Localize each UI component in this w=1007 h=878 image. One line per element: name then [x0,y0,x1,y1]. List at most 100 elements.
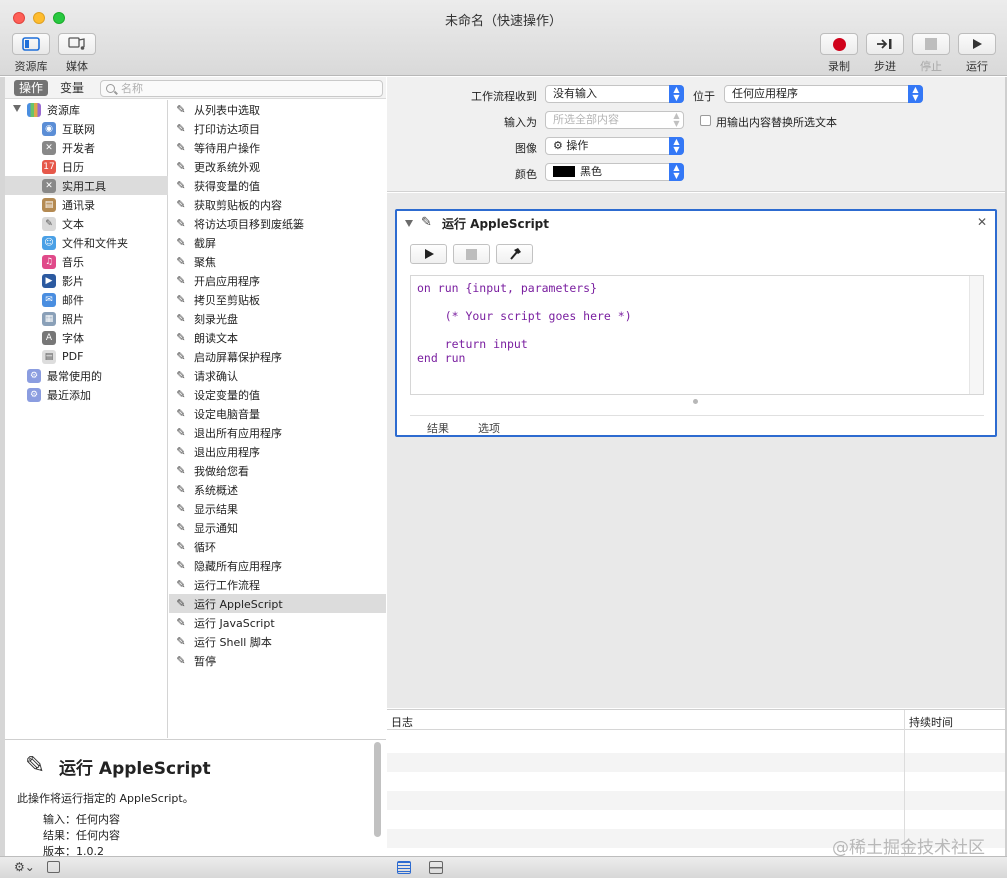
disclosure-triangle-icon[interactable] [405,220,413,227]
tab-options[interactable]: 选项 [478,422,500,435]
action-item[interactable]: ✎ 设定电脑音量 [169,404,386,423]
library-item[interactable]: 17 日历 [5,157,168,176]
library-item[interactable]: ☺ 文件和文件夹 [5,233,168,252]
action-item[interactable]: ✎ 显示通知 [169,518,386,537]
action-item[interactable]: ✎ 更改系统外观 [169,157,386,176]
library-most-used[interactable]: ⚙ 最常使用的 [5,366,168,385]
tab-results[interactable]: 结果 [427,422,449,435]
tab-actions[interactable]: 操作 [14,80,49,96]
run-toolbar-button[interactable]: 运行 [958,33,996,74]
media-toolbar-button[interactable]: 媒体 [58,33,96,74]
action-item[interactable]: ✎ 截屏 [169,233,386,252]
library-item[interactable]: ♫ 音乐 [5,252,168,271]
receives-popup[interactable]: 没有输入 ▲ ▼ [545,85,684,103]
description-input-label: 输入： [43,813,76,826]
replace-text-checkbox[interactable] [700,115,711,126]
disclosure-triangle-icon[interactable] [13,105,21,112]
close-icon[interactable]: ✕ [977,215,987,229]
action-item[interactable]: ✎ 获取剪贴板的内容 [169,195,386,214]
action-item[interactable]: ✎ 退出所有应用程序 [169,423,386,442]
action-item-label: 朗读文本 [194,331,238,345]
action-header: ✎ 运行 AppleScript ✕ [397,211,995,237]
split-view-icon[interactable] [429,861,443,874]
library-item[interactable]: ✉ 邮件 [5,290,168,309]
log-column-header[interactable]: 日志 [391,714,413,730]
action-item[interactable]: ✎ 聚焦 [169,252,386,271]
description-scrollbar[interactable] [374,742,381,837]
action-item[interactable]: ✎ 隐藏所有应用程序 [169,556,386,575]
action-item[interactable]: ✎ 请求确认 [169,366,386,385]
library-item[interactable]: ▦ 照片 [5,309,168,328]
library-root[interactable]: 资源库 [5,100,168,119]
action-item[interactable]: ✎ 暂停 [169,651,386,670]
library-item[interactable]: A 字体 [5,328,168,347]
library-item[interactable]: ▤ 通讯录 [5,195,168,214]
workflow-canvas[interactable]: ✎ 运行 AppleScript ✕ on run {input, parame… [387,193,1005,708]
library-item[interactable]: ◉ 互联网 [5,119,168,138]
resize-handle[interactable] [693,399,698,404]
action-item[interactable]: ✎ 运行 JavaScript [169,613,386,632]
script-editor[interactable]: on run {input, parameters} (* Your scrip… [410,275,984,395]
library-toolbar-button[interactable]: 资源库 [12,33,50,74]
action-item[interactable]: ✎ 显示结果 [169,499,386,518]
description-toggle-icon[interactable] [47,861,60,873]
action-item[interactable]: ✎ 循环 [169,537,386,556]
library-item-label: PDF [62,350,84,363]
action-item[interactable]: ✎ 设定变量的值 [169,385,386,404]
script-editor-scrollbar[interactable] [969,276,983,394]
step-toolbar-button[interactable]: 步进 [866,33,904,74]
action-item[interactable]: ✎ 启动屏幕保护程序 [169,347,386,366]
action-item[interactable]: ✎ 获得变量的值 [169,176,386,195]
duration-column-header[interactable]: 持续时间 [909,714,953,730]
mail-icon: ✉ [42,292,56,307]
list-view-icon[interactable] [397,861,411,874]
color-popup[interactable]: 黑色 ▲ ▼ [545,163,684,181]
stop-script-button[interactable] [453,244,490,264]
action-item[interactable]: ✎ 开启应用程序 [169,271,386,290]
run-toolbar-label: 运行 [966,60,988,73]
library-item-label: 字体 [62,331,84,345]
input-is-label: 输入为 [504,116,537,129]
smart-folder-icon: ⚙ [27,387,41,402]
library-recently-added[interactable]: ⚙ 最近添加 [5,385,168,404]
record-icon [832,37,846,51]
action-item[interactable]: ✎ 拷贝至剪贴板 [169,290,386,309]
music-icon: ♫ [42,254,56,269]
description-result-value: 任何内容 [76,829,120,842]
action-item[interactable]: ✎ 朗读文本 [169,328,386,347]
image-value: 操作 [566,139,589,152]
action-item[interactable]: ✎ 等待用户操作 [169,138,386,157]
library-item[interactable]: ▶ 影片 [5,271,168,290]
input-is-popup: 所选全部内容 ▲ ▼ [545,111,684,129]
library-item[interactable]: ▤ PDF [5,347,168,366]
record-toolbar-button[interactable]: 录制 [820,33,858,74]
action-item[interactable]: ✎ 我做给您看 [169,461,386,480]
action-item[interactable]: ✎ 将访达项目移到废纸篓 [169,214,386,233]
action-item[interactable]: ✎ 运行 AppleScript [169,594,386,613]
library-item[interactable]: ✕ 实用工具 [5,176,168,195]
image-popup[interactable]: ⚙ 操作 ▲ ▼ [545,137,684,155]
action-item[interactable]: ✎ 运行 Shell 脚本 [169,632,386,651]
application-popup[interactable]: 任何应用程序 ▲ ▼ [724,85,923,103]
tab-variables[interactable]: 变量 [55,80,89,96]
stop-toolbar-button[interactable]: 停止 [912,33,950,74]
action-item[interactable]: ✎ 从列表中选取 [169,100,386,119]
compile-script-button[interactable] [496,244,533,264]
search-input[interactable]: 名称 [100,80,383,97]
run-script-button[interactable] [410,244,447,264]
library-item[interactable]: ✎ 文本 [5,214,168,233]
action-item[interactable]: ✎ 运行工作流程 [169,575,386,594]
library-header: 操作 变量 名称 [5,77,386,99]
library-item[interactable]: ✕ 开发者 [5,138,168,157]
applescript-action-box[interactable]: ✎ 运行 AppleScript ✕ on run {input, parame… [395,209,997,437]
library-item-label: 实用工具 [62,179,106,193]
calendar-icon: 17 [42,159,56,174]
photo-icon: ▦ [42,311,56,326]
window-titlebar: 未命名（快速操作） 资源库 媒体 录制 步进 停止 运行 [0,0,1007,76]
action-item[interactable]: ✎ 系统概述 [169,480,386,499]
action-item[interactable]: ✎ 退出应用程序 [169,442,386,461]
gear-menu-icon[interactable]: ⚙⌄ [14,860,35,874]
action-item[interactable]: ✎ 打印访达项目 [169,119,386,138]
action-item[interactable]: ✎ 刻录光盘 [169,309,386,328]
